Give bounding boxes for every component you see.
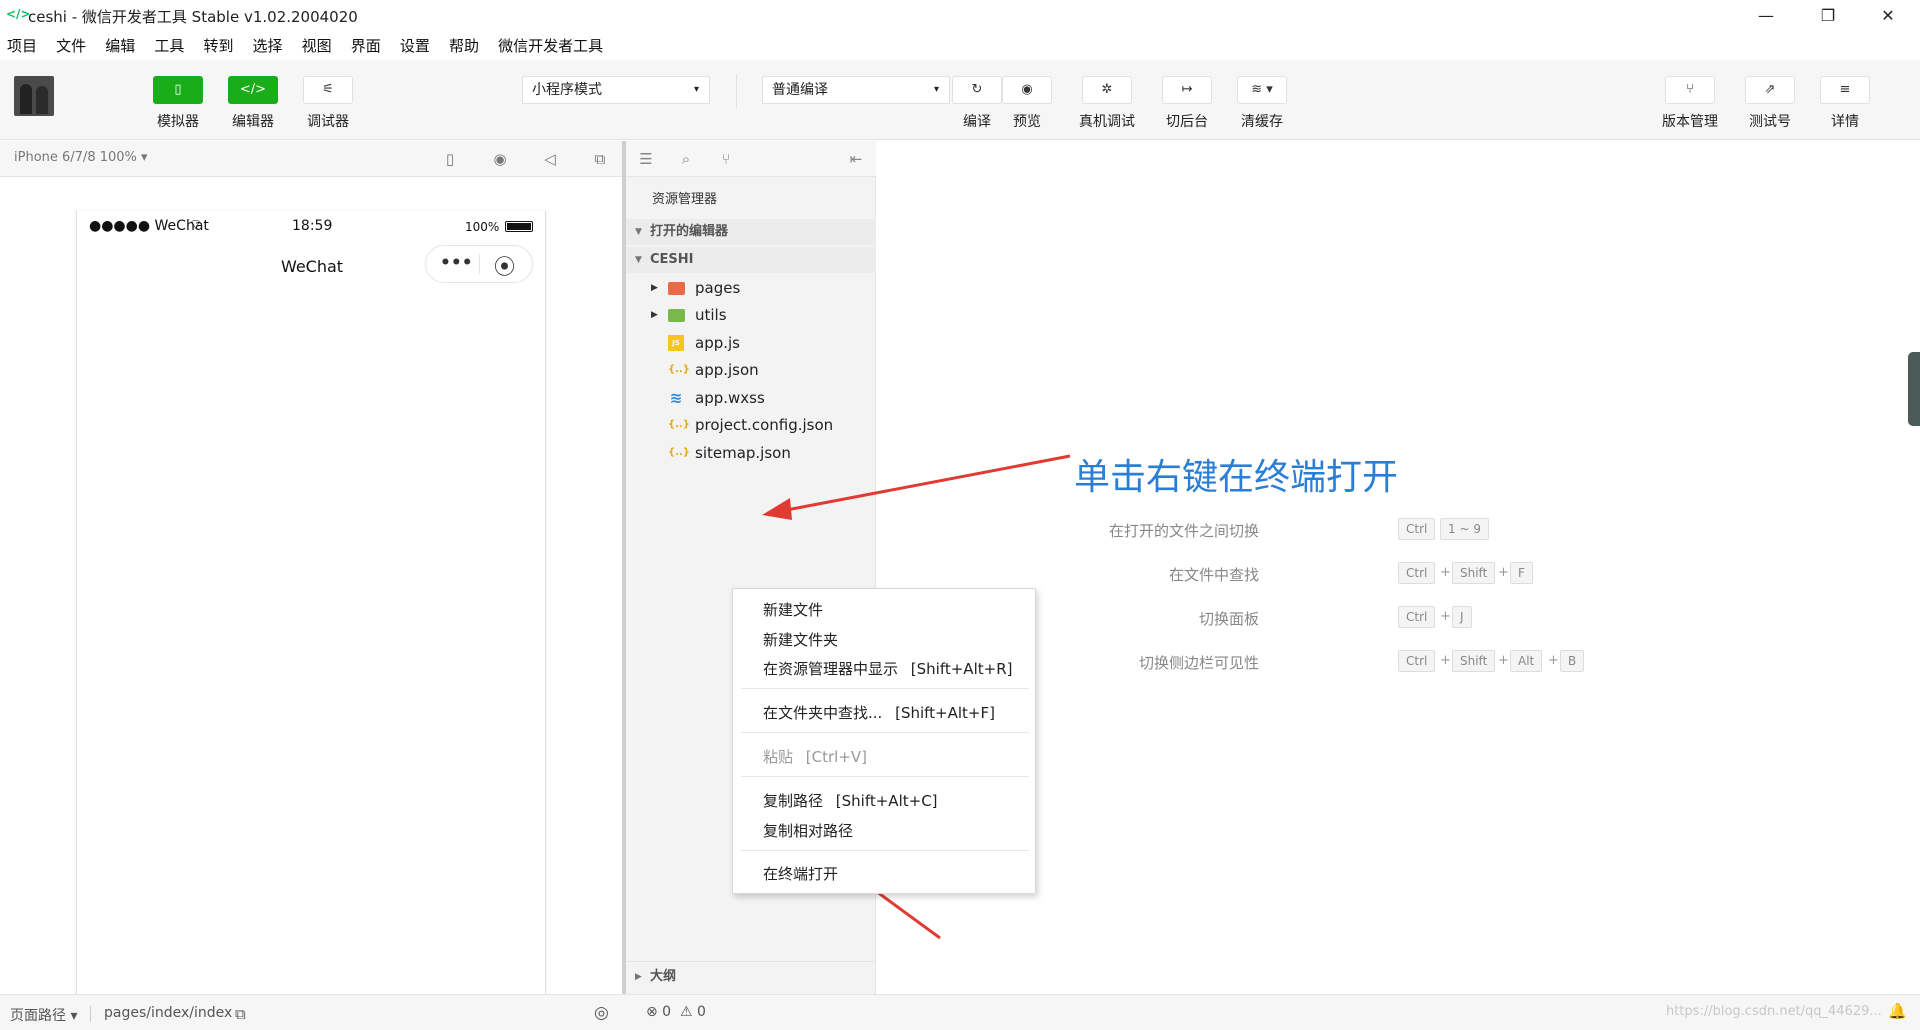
menu-separator	[741, 688, 1029, 689]
menu-separator	[741, 776, 1029, 777]
menu-item-shortcut: [Shift+Alt+C]	[835, 792, 938, 810]
menu-separator	[741, 732, 1029, 733]
arrow-to-explorer	[762, 454, 1071, 520]
menu-item-shortcut: [Shift+Alt+R]	[910, 660, 1013, 678]
menu-item-open-in-terminal[interactable]: 在终端打开	[763, 863, 838, 884]
menu-item-shortcut: [Ctrl+V]	[805, 748, 868, 766]
menu-item-paste: 粘贴 [Ctrl+V]	[763, 746, 867, 767]
context-menu: 新建文件 新建文件夹 在资源管理器中显示 [Shift+Alt+R] 在文件夹中…	[732, 588, 1036, 894]
menu-item-label: 复制路径	[763, 792, 824, 810]
menu-item-label: 粘贴	[763, 748, 794, 766]
menu-item-new-file[interactable]: 新建文件	[763, 599, 823, 620]
menu-item-shortcut: [Shift+Alt+F]	[895, 704, 995, 722]
menu-separator	[741, 850, 1029, 851]
menu-item-new-folder[interactable]: 新建文件夹	[763, 629, 838, 650]
menu-item-copy-path[interactable]: 复制路径 [Shift+Alt+C]	[763, 790, 938, 811]
menu-item-find-in-folder[interactable]: 在文件夹中查找... [Shift+Alt+F]	[763, 702, 995, 723]
menu-item-label: 在文件夹中查找...	[763, 704, 883, 722]
menu-item-copy-relative-path[interactable]: 复制相对路径	[763, 820, 853, 841]
menu-item-reveal-in-explorer[interactable]: 在资源管理器中显示 [Shift+Alt+R]	[763, 658, 1012, 679]
menu-item-label: 在资源管理器中显示	[763, 660, 899, 678]
